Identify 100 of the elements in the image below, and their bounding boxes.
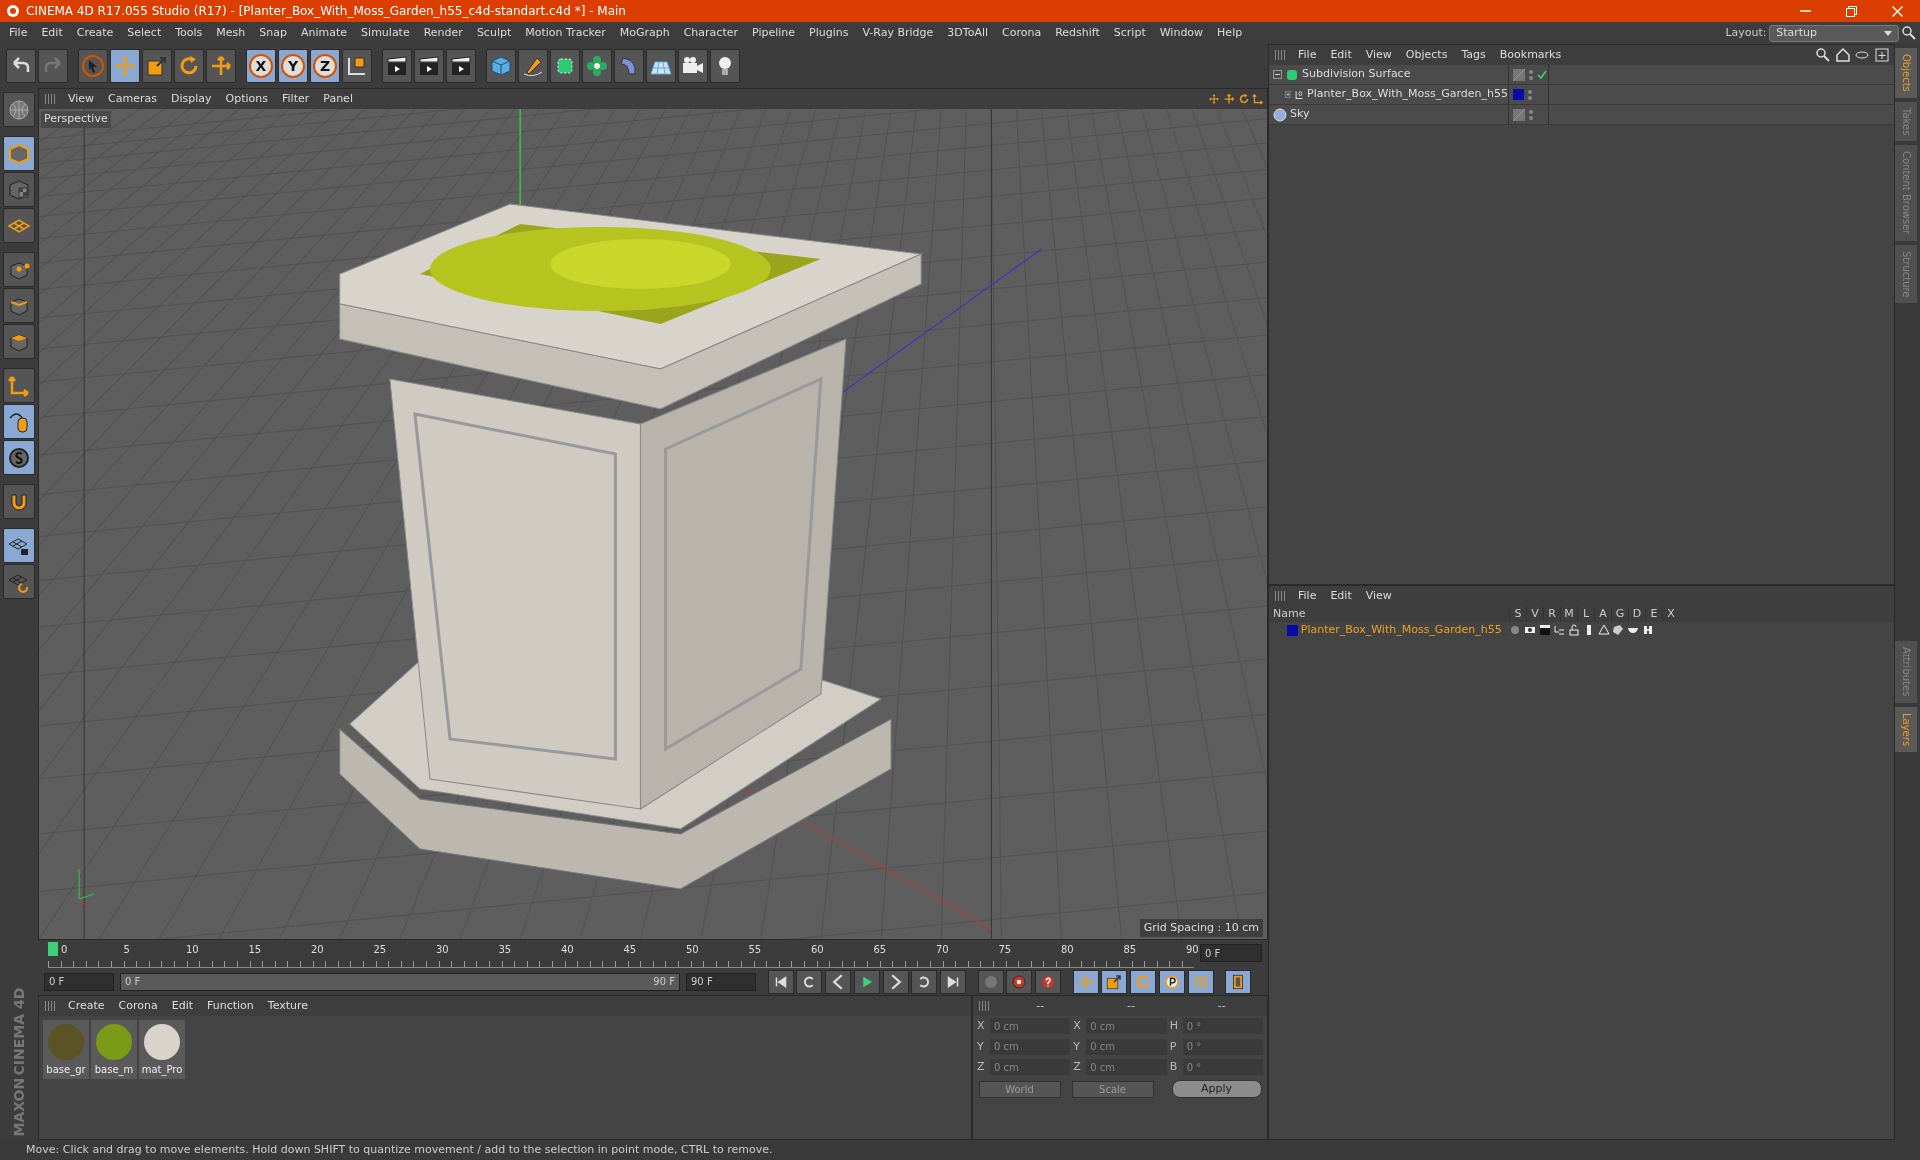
menu-item[interactable]: Tools — [168, 24, 210, 42]
layer-menu-item[interactable]: View — [1358, 587, 1399, 605]
layer-menu-item[interactable]: Edit — [1323, 587, 1359, 605]
viewport-menu-item[interactable]: Filter — [275, 90, 317, 108]
menu-item[interactable]: Render — [416, 24, 470, 42]
material-thumbnail[interactable]: mat_Pro — [139, 1020, 185, 1079]
collapse-toggle-icon[interactable] — [1273, 70, 1282, 79]
light-bulb-button[interactable] — [710, 49, 740, 83]
key-button[interactable] — [977, 969, 1004, 994]
grid-lock-button[interactable] — [3, 528, 35, 563]
object-menu-item[interactable]: File — [1291, 46, 1324, 64]
object-menu-item[interactable]: Edit — [1323, 46, 1359, 64]
menu-item[interactable]: Corona — [995, 24, 1049, 42]
clapperboard-button[interactable] — [414, 49, 444, 83]
layer-name[interactable]: Planter_Box_With_Moss_Garden_h55 — [1300, 621, 1502, 639]
help-button[interactable] — [1035, 969, 1061, 994]
material-menu-item[interactable]: Edit — [164, 997, 200, 1015]
loop-back-button[interactable] — [796, 969, 823, 994]
viewport-menu-item[interactable]: Display — [164, 90, 219, 108]
xref-icon[interactable] — [1641, 624, 1654, 636]
visibility-dots-icon[interactable] — [1528, 67, 1534, 82]
cube-faces-button[interactable] — [3, 324, 35, 359]
expand-toggle-icon[interactable] — [1285, 90, 1292, 99]
axis-button[interactable]: Z — [310, 49, 340, 83]
menu-item[interactable]: Motion Tracker — [518, 24, 613, 42]
deformer-icon[interactable] — [1612, 624, 1625, 636]
clapperboard-button[interactable] — [446, 49, 476, 83]
cube-button[interactable] — [486, 49, 516, 83]
move-button[interactable] — [1072, 969, 1099, 994]
menu-item[interactable]: Mesh — [209, 24, 253, 42]
cross-arrows-button[interactable] — [206, 49, 236, 83]
viewport-menu-item[interactable]: Panel — [316, 90, 360, 108]
cube-edges-button[interactable] — [3, 288, 35, 323]
object-menu-item[interactable]: Tags — [1454, 46, 1493, 64]
floor-grid-button[interactable] — [646, 49, 676, 83]
menu-item[interactable]: 3DToAll — [940, 24, 995, 42]
menu-item[interactable]: Edit — [34, 24, 70, 42]
layer-toggle-icon[interactable] — [1513, 68, 1525, 81]
menu-item[interactable]: Redshift — [1048, 24, 1107, 42]
play-button[interactable] — [853, 969, 880, 994]
viewport-menu-item[interactable]: Cameras — [101, 90, 164, 108]
menu-item[interactable]: Plugins — [802, 24, 856, 42]
menu-item[interactable]: MoGraph — [612, 24, 677, 42]
eye-icon[interactable] — [1523, 624, 1536, 636]
undo-button[interactable] — [6, 49, 36, 83]
param-button[interactable] — [1158, 969, 1185, 994]
material-thumbnail[interactable]: base_m — [91, 1020, 137, 1079]
generator-icon[interactable] — [1597, 624, 1610, 636]
visibility-dots-icon[interactable] — [1528, 107, 1534, 122]
frame-range-slider[interactable]: 0 F 90 F — [120, 972, 680, 991]
clapperboard-icon[interactable] — [1538, 624, 1551, 636]
menu-item[interactable]: Character — [676, 24, 745, 42]
viewport-menu-item[interactable]: Options — [218, 90, 275, 108]
checkmark-icon[interactable] — [1537, 69, 1547, 80]
material-menu-item[interactable]: Create — [61, 997, 112, 1015]
snap-button[interactable] — [3, 440, 35, 475]
apply-button[interactable]: Apply — [1171, 1080, 1262, 1099]
cube-points-button[interactable] — [3, 252, 35, 287]
material-menu-item[interactable]: Corona — [111, 997, 165, 1015]
object-name[interactable]: Subdivision Surface — [1302, 66, 1411, 83]
layer-menu-item[interactable]: File — [1291, 587, 1324, 605]
rotate-button[interactable] — [174, 49, 204, 83]
cube-button[interactable] — [3, 136, 35, 171]
grid-rotate-button[interactable] — [3, 564, 35, 599]
object-menu-item[interactable]: Bookmarks — [1492, 46, 1569, 64]
menu-item[interactable]: Simulate — [354, 24, 417, 42]
camera-button[interactable] — [678, 49, 708, 83]
menu-item[interactable]: Window — [1152, 24, 1211, 42]
mouse-button[interactable] — [3, 404, 35, 439]
hierarchy-icon[interactable] — [1553, 624, 1566, 636]
step-forward-button[interactable] — [882, 969, 909, 994]
viewport-menu-item[interactable]: View — [61, 90, 102, 108]
menu-item[interactable]: Script — [1106, 24, 1153, 42]
skip-end-button[interactable] — [940, 969, 966, 994]
current-frame-field[interactable]: 0 F — [1200, 944, 1262, 962]
rotate-button[interactable] — [1130, 969, 1156, 994]
object-menu-item[interactable]: View — [1358, 46, 1399, 64]
material-menu-item[interactable]: Texture — [260, 997, 316, 1015]
menu-item[interactable]: Snap — [252, 24, 294, 42]
pointer-button[interactable] — [78, 49, 108, 83]
playhead-marker[interactable] — [48, 942, 58, 956]
move-button[interactable] — [110, 49, 140, 83]
axis-button[interactable]: Y — [278, 49, 308, 83]
layout-dropdown[interactable]: Startup — [1769, 24, 1900, 42]
material-thumbnail[interactable]: base_gr — [43, 1020, 89, 1079]
axis-cube-button[interactable] — [342, 49, 372, 83]
start-frame-field[interactable]: 0 F — [44, 972, 114, 991]
record-button[interactable] — [1006, 969, 1033, 994]
menu-item[interactable]: V-Ray Bridge — [855, 24, 941, 42]
material-menu-item[interactable]: Function — [200, 997, 261, 1015]
menu-item[interactable]: Select — [120, 24, 169, 42]
clapperboard-button[interactable] — [382, 49, 412, 83]
menu-item[interactable]: Pipeline — [745, 24, 803, 42]
grid-plane-button[interactable] — [3, 208, 35, 243]
end-frame-field[interactable]: 90 F — [686, 972, 756, 991]
axis-corner-button[interactable] — [3, 368, 35, 403]
object-menu-item[interactable]: Objects — [1398, 46, 1455, 64]
lock-icon[interactable] — [1568, 624, 1580, 636]
menu-item[interactable]: File — [2, 24, 35, 42]
magnet-button[interactable] — [3, 484, 35, 519]
